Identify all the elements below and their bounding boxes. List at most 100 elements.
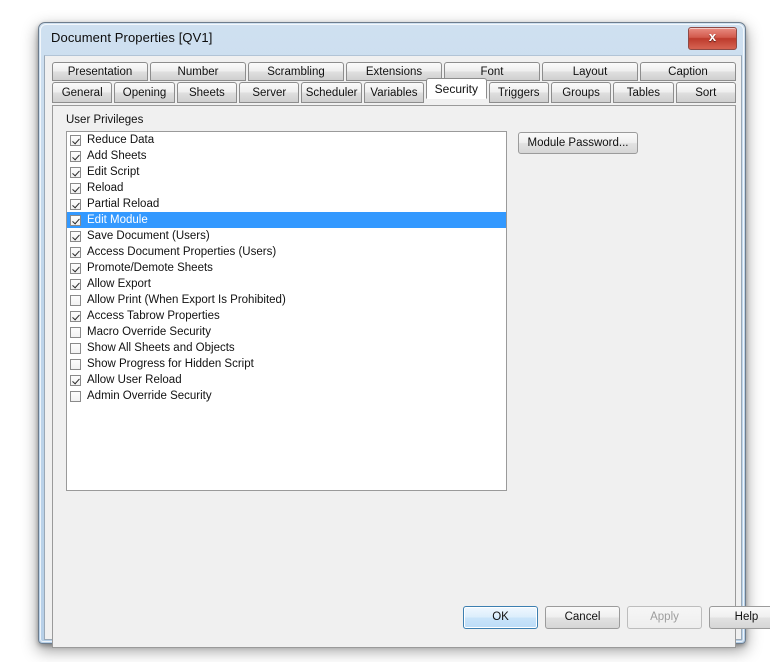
tab-label: Layout: [572, 66, 608, 78]
tab-content-panel-security: User Privileges Reduce Data Add Sheets Edi…: [52, 105, 736, 648]
privilege-row[interactable]: Partial Reload: [67, 196, 506, 212]
privilege-label: Macro Override Security: [87, 326, 211, 338]
tab-sort[interactable]: Sort: [675, 82, 736, 103]
privilege-row[interactable]: Save Document (Users): [67, 228, 506, 244]
privilege-label: Promote/Demote Sheets: [87, 262, 213, 274]
privilege-row[interactable]: Macro Override Security: [67, 324, 506, 340]
close-button[interactable]: x: [688, 27, 737, 50]
privilege-label: Allow Export: [87, 278, 151, 290]
dialog-client-area: Presentation Number Scrambling Extensions Fo…: [44, 55, 770, 648]
checkbox-unchecked-icon[interactable]: [70, 294, 81, 306]
privilege-label: Access Tabrow Properties: [87, 310, 220, 322]
checkbox-checked-icon[interactable]: [70, 166, 81, 178]
checkbox-checked-icon[interactable]: [70, 150, 81, 162]
tab-label: Extensions: [365, 66, 423, 78]
checkbox-checked-icon[interactable]: [70, 182, 81, 194]
window-title: Document Properties [QV1]: [51, 30, 213, 45]
privilege-row[interactable]: Edit Script: [67, 164, 506, 180]
checkbox-unchecked-icon[interactable]: [70, 326, 81, 338]
tab-security[interactable]: Security: [426, 78, 487, 99]
privilege-row[interactable]: Add Sheets: [67, 148, 506, 164]
privilege-label: Allow Print (When Export Is Prohibited): [87, 294, 286, 306]
privilege-row[interactable]: Access Document Properties (Users): [67, 244, 506, 260]
privilege-row[interactable]: Allow User Reload: [67, 372, 506, 388]
user-privileges-label: User Privileges: [66, 114, 144, 126]
privilege-label: Partial Reload: [87, 198, 160, 210]
tab-label: Number: [177, 66, 219, 78]
tab-label: Sort: [695, 87, 717, 99]
checkbox-unchecked-icon[interactable]: [70, 342, 81, 354]
checkbox-checked-icon[interactable]: [70, 310, 81, 322]
privilege-row[interactable]: Reload: [67, 180, 506, 196]
privilege-row[interactable]: Promote/Demote Sheets: [67, 260, 506, 276]
tab-sheets[interactable]: Sheets: [176, 82, 238, 103]
tab-presentation[interactable]: Presentation: [52, 62, 148, 81]
checkbox-checked-icon[interactable]: [70, 374, 81, 386]
checkbox-checked-icon[interactable]: [70, 230, 81, 242]
privilege-row[interactable]: Reduce Data: [67, 132, 506, 148]
checkbox-checked-icon[interactable]: [70, 278, 81, 290]
help-button[interactable]: Help: [709, 606, 770, 629]
privilege-label: Reduce Data: [87, 134, 155, 146]
tab-label: Presentation: [67, 66, 133, 78]
privilege-label: Edit Script: [87, 166, 140, 178]
privilege-label: Access Document Properties (Users): [87, 246, 277, 258]
checkbox-checked-icon[interactable]: [70, 262, 81, 274]
tab-row-upper: Presentation Number Scrambling Extensions Fo…: [52, 62, 736, 82]
tab-label: Caption: [668, 66, 708, 78]
privilege-label: Allow User Reload: [87, 374, 182, 386]
cancel-button[interactable]: Cancel: [545, 606, 620, 629]
privilege-row[interactable]: Edit Module: [67, 212, 506, 228]
tab-label: Server: [252, 87, 287, 99]
privilege-row[interactable]: Admin Override Security: [67, 388, 506, 404]
tab-row-lower: General Opening Sheets Server Scheduler Varia…: [52, 78, 736, 104]
module-password-button[interactable]: Module Password...: [518, 132, 638, 154]
privilege-label: Reload: [87, 182, 124, 194]
privilege-label: Show Progress for Hidden Script: [87, 358, 254, 370]
privilege-row[interactable]: Show All Sheets and Objects: [67, 340, 506, 356]
privilege-label: Add Sheets: [87, 150, 147, 162]
tab-label: Groups: [562, 87, 600, 99]
checkbox-checked-icon[interactable]: [70, 198, 81, 210]
privilege-row[interactable]: Access Tabrow Properties: [67, 308, 506, 324]
tab-groups[interactable]: Groups: [550, 82, 612, 103]
apply-button: Apply: [627, 606, 702, 629]
tab-label: Font: [480, 66, 504, 78]
tab-layout[interactable]: Layout: [542, 62, 638, 81]
tab-general[interactable]: General: [52, 82, 113, 103]
privilege-row[interactable]: Allow Export: [67, 276, 506, 292]
checkbox-unchecked-icon[interactable]: [70, 358, 81, 370]
tab-server[interactable]: Server: [239, 82, 300, 103]
tab-label: Security: [434, 82, 479, 96]
privilege-row[interactable]: Show Progress for Hidden Script: [67, 356, 506, 372]
tab-opening[interactable]: Opening: [114, 82, 175, 103]
title-bar[interactable]: Document Properties [QV1] x: [39, 23, 745, 55]
tab-label: Triggers: [497, 87, 540, 99]
privilege-label: Save Document (Users): [87, 230, 210, 242]
privilege-label: Edit Module: [87, 214, 148, 226]
tab-label: Scrambling: [267, 66, 325, 78]
tab-triggers[interactable]: Triggers: [488, 82, 549, 103]
user-privileges-listbox[interactable]: Reduce Data Add Sheets Edit Script Reload Pa…: [66, 131, 507, 491]
privilege-label: Admin Override Security: [87, 390, 212, 402]
checkbox-checked-icon[interactable]: [70, 214, 81, 226]
tab-label: Scheduler: [305, 87, 358, 99]
document-properties-window: Document Properties [QV1] x Presentation…: [38, 22, 770, 648]
close-icon: x: [708, 29, 717, 44]
ok-button[interactable]: OK: [463, 606, 538, 629]
privilege-label: Show All Sheets and Objects: [87, 342, 235, 354]
tab-scheduler[interactable]: Scheduler: [301, 82, 362, 103]
tab-strip: Presentation Number Scrambling Extensions Fo…: [52, 62, 736, 106]
tab-caption[interactable]: Caption: [640, 62, 736, 81]
tab-label: Sheets: [188, 87, 225, 99]
privilege-row[interactable]: Allow Print (When Export Is Prohibited): [67, 292, 506, 308]
tab-tables[interactable]: Tables: [613, 82, 674, 103]
tab-variables[interactable]: Variables: [363, 82, 425, 103]
checkbox-unchecked-icon[interactable]: [70, 390, 81, 402]
checkbox-checked-icon[interactable]: [70, 134, 81, 146]
tab-number[interactable]: Number: [150, 62, 246, 81]
checkbox-checked-icon[interactable]: [70, 246, 81, 258]
dialog-button-bar: OK Cancel Apply Help: [45, 595, 770, 639]
tab-label: General: [61, 87, 103, 99]
tab-scrambling[interactable]: Scrambling: [248, 62, 344, 81]
